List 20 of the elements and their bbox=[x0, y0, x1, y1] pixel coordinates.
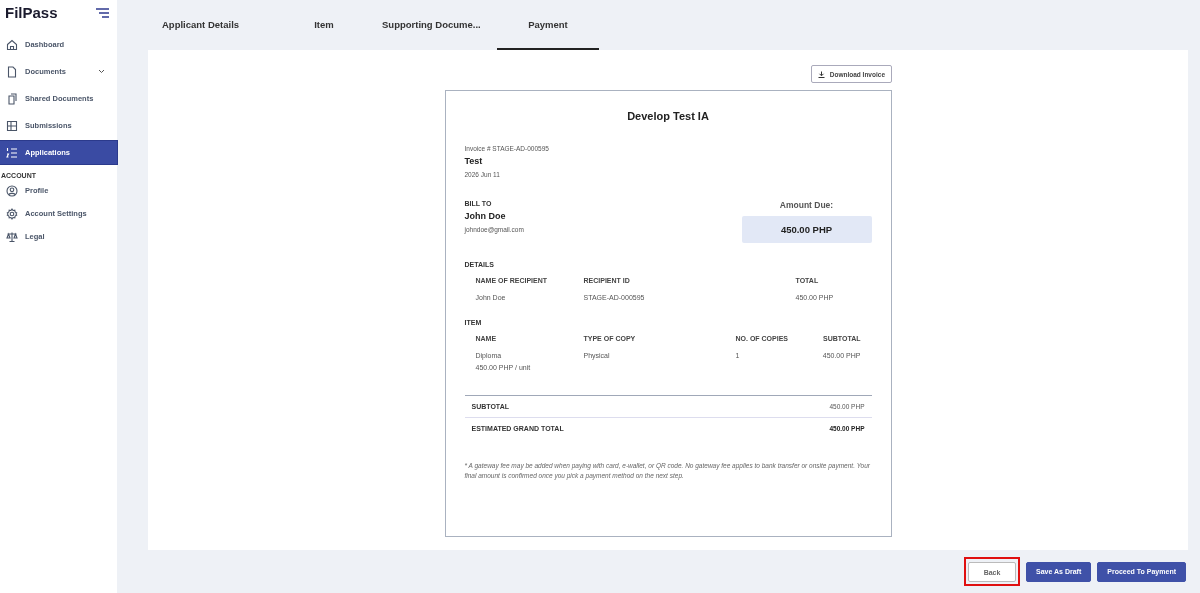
chevron-down-icon[interactable] bbox=[98, 69, 105, 74]
download-icon bbox=[817, 70, 825, 78]
scale-icon bbox=[6, 230, 18, 243]
tab[interactable]: Applicant Details bbox=[149, 0, 279, 50]
amount-due-label: Amount Due: bbox=[779, 200, 834, 210]
numbered-list-icon bbox=[6, 146, 18, 159]
home-icon bbox=[6, 38, 18, 51]
tab[interactable]: Supporting Docume... bbox=[369, 0, 497, 50]
document-icon bbox=[6, 65, 18, 78]
bill-name: John Doe bbox=[464, 211, 507, 221]
user-icon bbox=[6, 184, 18, 197]
invoice-title: Develop Test IA bbox=[626, 110, 710, 122]
documents-icon bbox=[6, 92, 18, 105]
tab[interactable]: Item bbox=[279, 0, 369, 50]
list-icon bbox=[6, 119, 18, 132]
logo: FilPass bbox=[5, 4, 58, 21]
amount-due: 450.00 PHP bbox=[741, 216, 872, 243]
settings-icon bbox=[6, 207, 18, 220]
menu-icon[interactable] bbox=[96, 7, 109, 18]
invoice-name: Test bbox=[464, 156, 484, 166]
